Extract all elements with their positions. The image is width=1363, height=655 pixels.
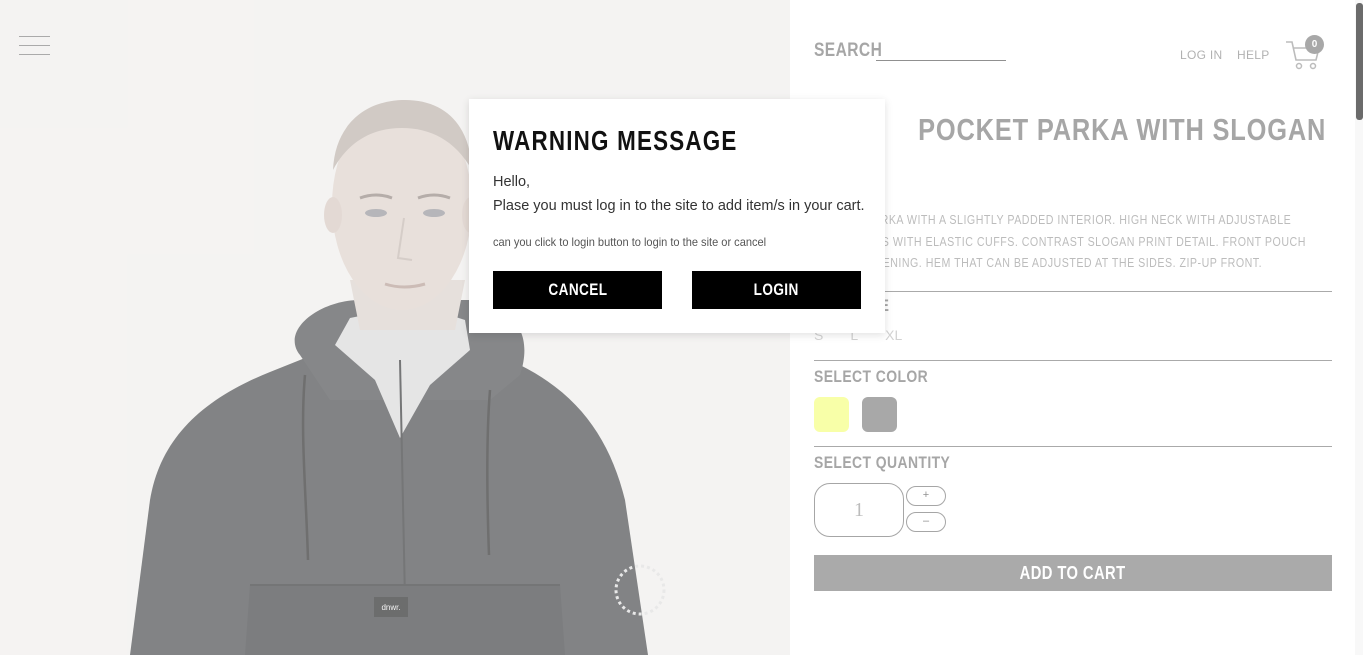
- dialog-hint: can you click to login button to login t…: [493, 235, 767, 249]
- warning-dialog: WARNING MESSAGE Hello, Plase you must lo…: [469, 99, 885, 333]
- cancel-button-label: CANCEL: [547, 280, 608, 299]
- dialog-title: WARNING MESSAGE: [493, 125, 738, 156]
- login-button-label: LOGIN: [753, 280, 800, 299]
- dialog-greeting: Hello,: [493, 174, 531, 190]
- cancel-button[interactable]: CANCEL: [493, 271, 662, 309]
- login-button[interactable]: LOGIN: [692, 271, 861, 309]
- dialog-message: Plase you must log in to the site to add…: [493, 198, 865, 214]
